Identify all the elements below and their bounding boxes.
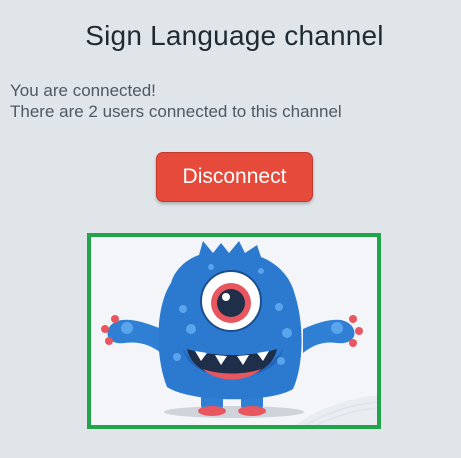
page-title: Sign Language channel <box>85 20 384 51</box>
monster-avatar-icon <box>101 241 377 425</box>
connection-status: You are connected! There are 2 users con… <box>10 80 342 122</box>
user-count-message: There are 2 users connected to this chan… <box>10 102 342 121</box>
connected-message: You are connected! <box>10 81 156 100</box>
disconnect-button[interactable]: Disconnect <box>156 152 313 202</box>
video-stream <box>87 233 381 429</box>
